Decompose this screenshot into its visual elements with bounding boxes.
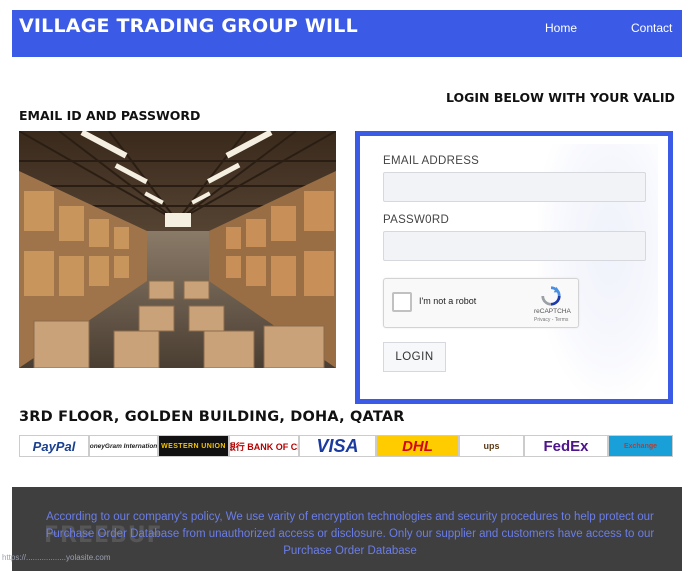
recaptcha-label: I'm not a robot	[419, 296, 477, 306]
recaptcha-terms[interactable]: Privacy - Terms	[534, 317, 568, 323]
fedex-logo: FedEx	[524, 435, 608, 457]
visa-logo: VISA	[299, 435, 376, 457]
bank-of-china-logo: 中国银行 BANK OF CHINA	[229, 435, 299, 457]
site-title: VILLAGE TRADING GROUP WILL	[19, 15, 358, 37]
warehouse-photo	[19, 131, 336, 368]
moneygram-logo: MoneyGram International	[89, 435, 158, 457]
exchange-logo: Exchange	[608, 435, 673, 457]
dhl-logo: DHL	[376, 435, 459, 457]
nav-home-link[interactable]: Home	[545, 21, 577, 35]
recaptcha-widget: I'm not a robot reCAPTCHA Privacy - Term…	[383, 278, 579, 328]
western-union-logo: WESTERN UNION	[158, 435, 229, 457]
paypal-logo: PayPal	[19, 435, 89, 457]
payment-logos-strip: PayPal MoneyGram International WESTERN U…	[19, 435, 673, 457]
password-label: PASSW0RD	[383, 214, 450, 226]
recaptcha-checkbox[interactable]	[392, 292, 412, 312]
company-address: 3RD FLOOR, GOLDEN BUILDING, DOHA, QATAR	[19, 409, 405, 425]
nav-contact-link[interactable]: Contact	[631, 21, 672, 35]
footer-policy-text: According to our company's policy, We us…	[45, 511, 655, 557]
intro-heading-line2: EMAIL ID AND PASSWORD	[19, 108, 201, 123]
email-label: EMAIL ADDRESS	[383, 155, 480, 167]
login-panel: EMAIL ADDRESS PASSW0RD I'm not a robot r…	[355, 131, 673, 404]
email-field[interactable]	[383, 172, 646, 202]
password-field[interactable]	[383, 231, 646, 261]
recaptcha-brand: reCAPTCHA	[534, 308, 571, 315]
footer-url: https://..................yolasite.com	[2, 553, 111, 562]
intro-heading-line1: LOGIN BELOW WITH YOUR VALID	[446, 90, 675, 105]
ups-logo: ups	[459, 435, 524, 457]
login-button[interactable]: LOGIN	[383, 342, 446, 372]
recaptcha-logo-icon	[541, 286, 561, 306]
site-footer: FREEBUF According to our company's polic…	[2, 487, 682, 571]
site-header: VILLAGE TRADING GROUP WILL Home Contact	[12, 10, 682, 57]
